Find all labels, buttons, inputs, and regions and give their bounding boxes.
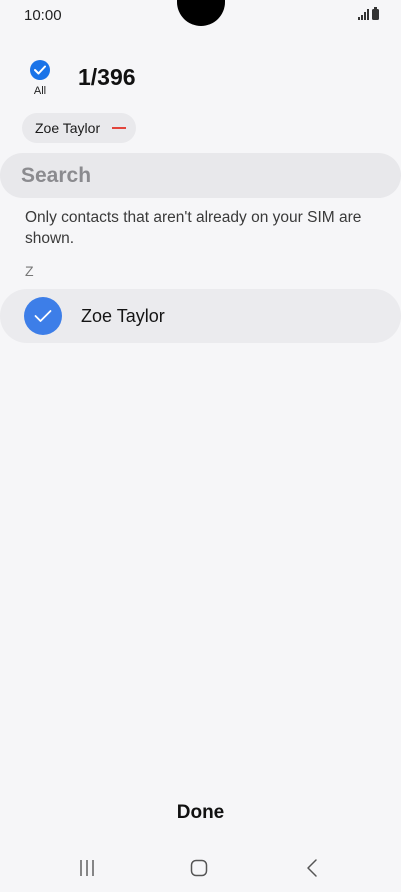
back-icon[interactable] — [294, 854, 330, 882]
camera-notch — [177, 0, 225, 26]
signal-icon — [358, 9, 369, 20]
navigation-bar — [0, 848, 401, 888]
recents-icon[interactable] — [69, 854, 105, 882]
info-text: Only contacts that aren't already on you… — [25, 209, 362, 247]
system-icons — [358, 7, 379, 20]
status-time: 10:00 — [24, 7, 62, 24]
remove-icon[interactable] — [112, 127, 127, 129]
contact-row[interactable]: Zoe Taylor — [0, 289, 401, 343]
search-field[interactable]: Search — [0, 153, 401, 198]
selection-count: 1/396 — [78, 64, 136, 90]
selected-contact-chip[interactable]: Zoe Taylor — [22, 113, 137, 143]
contact-name: Zoe Taylor — [81, 305, 165, 326]
section-index-letter: Z — [25, 263, 34, 279]
selection-header: All 1/396 — [0, 56, 401, 106]
search-placeholder: Search — [21, 163, 92, 187]
select-all-label: All — [33, 85, 47, 97]
chip-label: Zoe Taylor — [35, 120, 101, 136]
select-all-checkbox[interactable]: All — [24, 60, 56, 97]
battery-icon — [372, 7, 379, 20]
done-button[interactable]: Done — [0, 802, 401, 824]
home-icon[interactable] — [181, 854, 217, 882]
check-icon — [24, 297, 62, 335]
check-icon — [30, 60, 50, 80]
status-bar: 10:00 — [0, 0, 401, 32]
